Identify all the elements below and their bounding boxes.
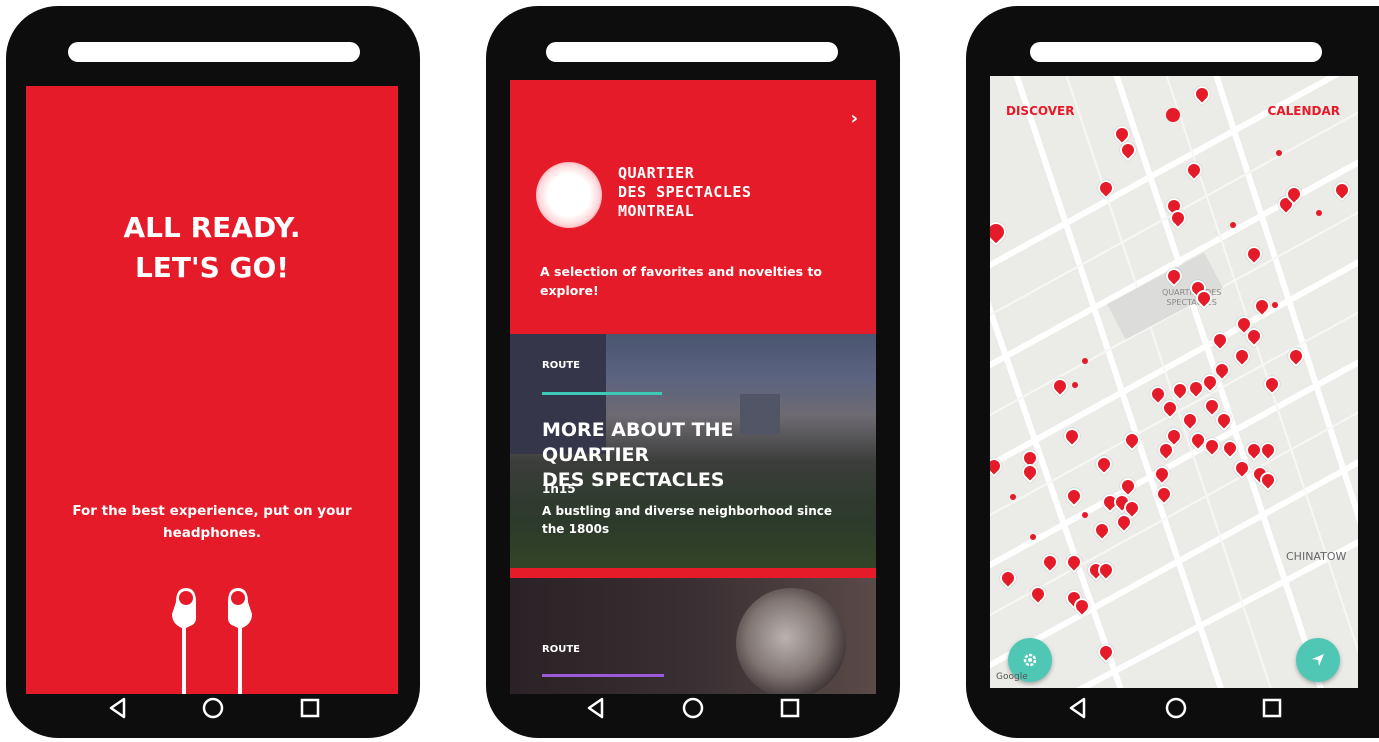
card-divider — [510, 568, 876, 578]
back-button[interactable] — [576, 688, 616, 728]
route-tag: ROUTE — [542, 644, 580, 655]
home-button[interactable] — [673, 688, 713, 728]
android-nav-bar — [486, 688, 900, 728]
welcome-screen: ALL READY. LET'S GO! For the best experi… — [26, 86, 398, 694]
phone-speaker — [68, 42, 360, 62]
portrait-image — [736, 588, 846, 694]
brand-logo-text: QUARTIER DES SPECTACLES MONTREAL — [618, 164, 751, 221]
back-triangle-icon — [1069, 697, 1086, 719]
google-attribution: Google — [996, 672, 1028, 682]
gear-icon — [1023, 653, 1037, 667]
phone-speaker — [1030, 42, 1322, 62]
android-nav-bar — [966, 688, 1379, 728]
welcome-title-line2: LET'S GO! — [134, 251, 290, 284]
map-dot[interactable] — [1082, 358, 1088, 364]
map-dot[interactable] — [1230, 222, 1236, 228]
map-dot[interactable] — [1072, 382, 1078, 388]
back-triangle-icon — [109, 697, 126, 719]
welcome-title-line1: ALL READY. — [123, 211, 301, 244]
recents-button[interactable] — [290, 688, 330, 728]
android-nav-bar — [6, 688, 420, 728]
home-button[interactable] — [193, 688, 233, 728]
home-circle-icon — [682, 697, 704, 719]
recents-square-icon — [780, 698, 800, 718]
phone-speaker — [546, 42, 838, 62]
welcome-title: ALL READY. LET'S GO! — [26, 208, 398, 288]
headphones-icon — [172, 588, 252, 694]
routes-screen: › QUARTIER DES SPECTACLES MONTREAL A sel… — [510, 80, 876, 694]
phone-2: › QUARTIER DES SPECTACLES MONTREAL A sel… — [486, 6, 900, 738]
route-title-line2: DES SPECTACLES — [542, 469, 725, 491]
back-button[interactable] — [1058, 688, 1098, 728]
logo-line2: DES SPECTACLES — [618, 183, 752, 201]
phone-1: ALL READY. LET'S GO! For the best experi… — [6, 6, 420, 738]
logo-line1: QUARTIER — [618, 164, 695, 182]
route-card[interactable]: ROUTE — [510, 578, 876, 694]
logo-line3: MONTREAL — [618, 202, 695, 220]
logo-circle-icon — [536, 162, 602, 228]
route-card[interactable]: ROUTE MORE ABOUT THE QUARTIER DES SPECTA… — [510, 334, 876, 568]
back-triangle-icon — [587, 697, 604, 719]
map-screen: DISCOVER CALENDAR QUARTIER DES SPECTACLE… — [990, 76, 1358, 688]
navigation-arrow-icon — [1312, 654, 1324, 666]
recents-button[interactable] — [770, 688, 810, 728]
route-progress-bar — [542, 674, 664, 677]
recents-square-icon — [1262, 698, 1282, 718]
route-duration: 1h15 — [542, 482, 576, 496]
locate-me-fab[interactable] — [1296, 638, 1340, 682]
phone-3: DISCOVER CALENDAR QUARTIER DES SPECTACLE… — [966, 6, 1379, 738]
tab-calendar[interactable]: CALENDAR — [1268, 104, 1340, 118]
map-dot[interactable] — [1272, 302, 1278, 308]
recents-button[interactable] — [1252, 688, 1292, 728]
map-dot[interactable] — [1030, 534, 1036, 540]
hero-banner: › QUARTIER DES SPECTACLES MONTREAL A sel… — [510, 80, 876, 334]
home-circle-icon — [1165, 697, 1187, 719]
route-title: MORE ABOUT THE QUARTIER DES SPECTACLES — [542, 418, 846, 493]
tab-discover[interactable]: DISCOVER — [1006, 104, 1074, 118]
map-dot[interactable] — [1166, 108, 1180, 122]
district-label-line2: SPECTACLES — [1166, 298, 1217, 307]
map-dot[interactable] — [1082, 512, 1088, 518]
hero-description: A selection of favorites and novelties t… — [540, 264, 823, 298]
route-progress-bar — [542, 392, 662, 395]
route-tag: ROUTE — [542, 360, 580, 371]
map-dot[interactable] — [1010, 494, 1016, 500]
area-map-label: CHINATOW — [1286, 550, 1347, 563]
back-button[interactable] — [98, 688, 138, 728]
home-circle-icon — [202, 697, 224, 719]
recents-square-icon — [300, 698, 320, 718]
home-button[interactable] — [1156, 688, 1196, 728]
map-dot[interactable] — [1276, 150, 1282, 156]
map-dot[interactable] — [1316, 210, 1322, 216]
welcome-subtitle: For the best experience, put on your hea… — [72, 503, 352, 541]
route-description: A bustling and diverse neighborhood sinc… — [542, 504, 832, 536]
route-title-line1: MORE ABOUT THE QUARTIER — [542, 419, 734, 466]
chevron-right-icon[interactable]: › — [851, 108, 858, 129]
